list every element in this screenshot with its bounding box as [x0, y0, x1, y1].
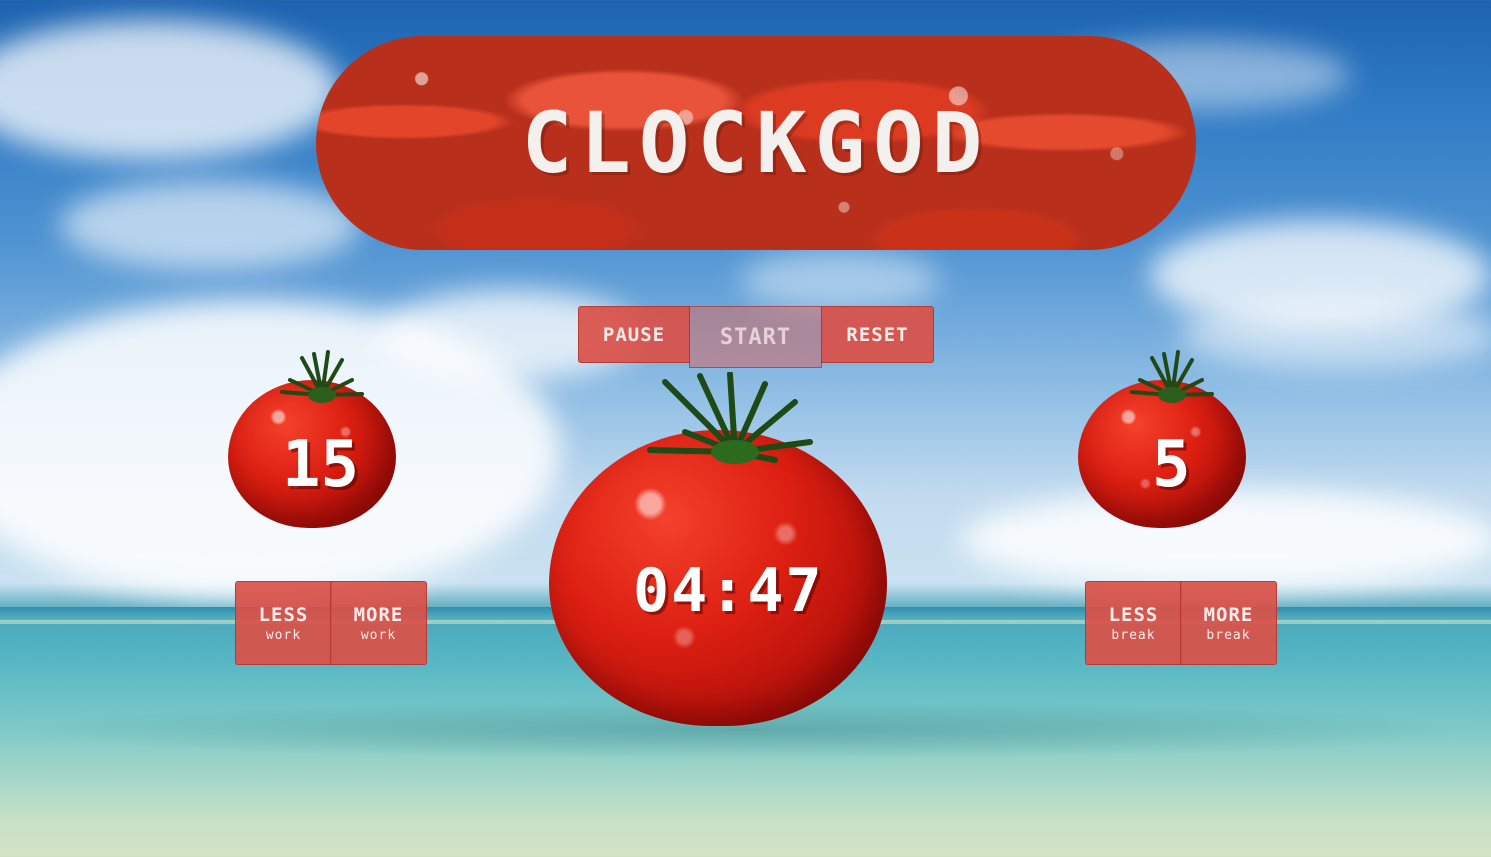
- more-work-sublabel: work: [360, 627, 397, 643]
- timer-display: 04:47: [633, 556, 824, 626]
- more-break-label: MORE: [1203, 603, 1254, 626]
- tomato-stem-icon: [1130, 350, 1214, 403]
- less-break-button[interactable]: LESS break: [1085, 581, 1182, 665]
- tomato-stem-icon: [647, 372, 813, 464]
- less-work-label: LESS: [258, 603, 309, 626]
- reset-button-label: RESET: [846, 323, 909, 346]
- app-title: CLOCKGOD: [521, 94, 991, 192]
- less-break-label: LESS: [1108, 603, 1159, 626]
- less-work-sublabel: work: [265, 627, 302, 643]
- less-break-sublabel: break: [1111, 627, 1156, 643]
- reset-button[interactable]: RESET: [821, 306, 934, 363]
- start-button-label: START: [719, 324, 792, 350]
- more-break-sublabel: break: [1206, 627, 1251, 643]
- break-minutes: 5: [1152, 428, 1191, 502]
- timer-tomato: 04:47: [545, 372, 890, 728]
- break-duration-tomato: 5: [1072, 350, 1252, 532]
- start-button[interactable]: START: [689, 306, 822, 368]
- more-work-button[interactable]: MORE work: [330, 581, 427, 665]
- work-minutes: 15: [282, 428, 360, 502]
- pause-button-label: PAUSE: [602, 323, 666, 346]
- work-duration-tomato: 15: [222, 350, 402, 532]
- tomato-stem-icon: [280, 350, 364, 403]
- pause-button[interactable]: PAUSE: [578, 306, 690, 363]
- more-work-label: MORE: [353, 603, 404, 626]
- title-banner: CLOCKGOD: [316, 36, 1196, 250]
- more-break-button[interactable]: MORE break: [1180, 581, 1277, 665]
- less-work-button[interactable]: LESS work: [235, 581, 332, 665]
